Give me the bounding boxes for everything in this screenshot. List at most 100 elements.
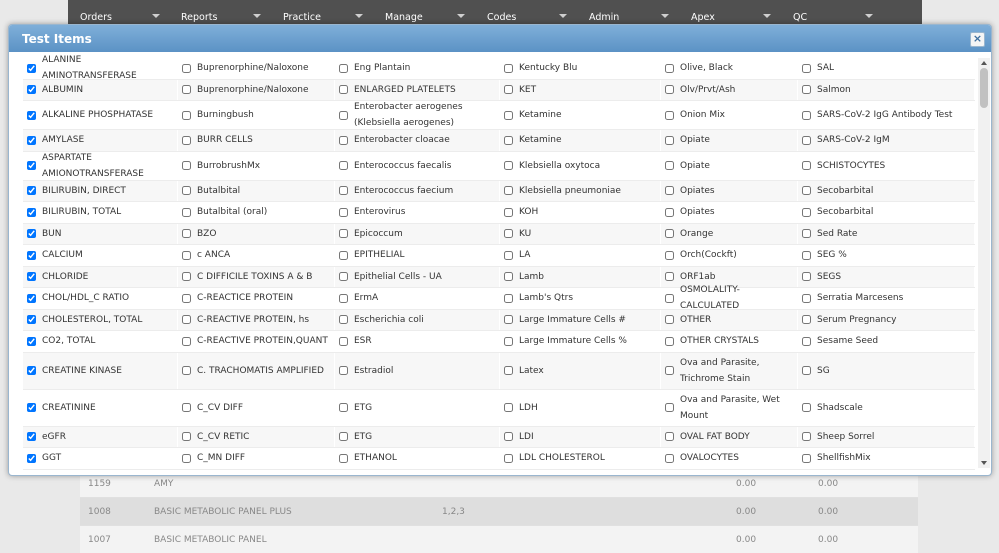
test-item[interactable]: BZO (178, 223, 335, 244)
test-item[interactable]: Sesame Seed (798, 331, 975, 352)
test-item-checkbox[interactable] (802, 229, 811, 239)
test-item-checkbox[interactable] (802, 63, 811, 73)
test-item[interactable]: Shadscale (798, 389, 975, 426)
test-item[interactable]: Escherichia coli (335, 309, 500, 330)
nav-item-reports[interactable]: Reports (181, 12, 217, 23)
test-item[interactable]: Sed Rate (798, 223, 975, 244)
test-item-checkbox[interactable] (665, 207, 674, 217)
test-item[interactable]: C_CV RETIC (178, 426, 335, 447)
test-item-checkbox[interactable] (339, 186, 348, 196)
test-item[interactable]: BURR CELLS (178, 130, 335, 151)
test-item[interactable]: Enterococcus faecium (335, 180, 500, 201)
test-item[interactable]: Onion Mix (661, 101, 798, 129)
test-item-checkbox[interactable] (504, 403, 513, 412)
nav-item-codes[interactable]: Codes (487, 12, 516, 23)
chevron-down-icon[interactable] (763, 14, 771, 18)
test-item[interactable]: Eng Plantain (335, 58, 500, 79)
test-item[interactable]: Latex (500, 352, 661, 389)
close-button[interactable]: × (970, 32, 985, 47)
test-item-checkbox[interactable] (665, 272, 674, 282)
test-item-checkbox[interactable] (665, 366, 674, 375)
test-item[interactable]: ShellfishMix (798, 448, 975, 469)
test-item[interactable]: OTHER CRYSTALS (661, 331, 798, 352)
test-item[interactable]: OSMOLALITY-CALCULATED (661, 285, 798, 311)
test-item-checkbox[interactable] (504, 207, 513, 217)
test-item-checkbox[interactable] (339, 336, 348, 346)
test-item[interactable]: LDH (500, 389, 661, 426)
test-item[interactable]: CHOLESTEROL, TOTAL (23, 309, 178, 330)
test-item-checkbox[interactable] (665, 85, 674, 95)
test-item[interactable]: Orch(Cockft) (661, 245, 798, 266)
test-item-checkbox[interactable] (182, 403, 191, 412)
test-item-checkbox[interactable] (802, 432, 811, 442)
test-item[interactable]: Opiate (661, 130, 798, 151)
test-item-checkbox[interactable] (665, 135, 674, 145)
nav-item-qc[interactable]: QC (793, 12, 807, 23)
test-item-checkbox[interactable] (27, 186, 36, 196)
test-item[interactable]: BILIRUBIN, TOTAL (23, 202, 178, 223)
test-item-checkbox[interactable] (27, 161, 36, 170)
test-item[interactable]: C-REACTICE PROTEIN (178, 288, 335, 309)
test-item-checkbox[interactable] (339, 161, 348, 170)
test-item-checkbox[interactable] (504, 453, 513, 463)
test-item-checkbox[interactable] (504, 315, 513, 325)
test-item[interactable]: SAL (798, 58, 975, 79)
test-item[interactable]: Opiates (661, 202, 798, 223)
test-item-checkbox[interactable] (802, 272, 811, 282)
chevron-down-icon[interactable] (355, 14, 363, 18)
test-item[interactable]: BurrobrushMx (178, 151, 335, 180)
test-item[interactable]: SCHISTOCYTES (798, 151, 975, 180)
test-item-checkbox[interactable] (504, 293, 513, 303)
test-item[interactable]: ErmA (335, 288, 500, 309)
test-item[interactable]: Estradiol (335, 352, 500, 389)
test-item[interactable]: Orange (661, 223, 798, 244)
test-item-checkbox[interactable] (504, 161, 513, 170)
test-item-checkbox[interactable] (802, 110, 811, 120)
test-item[interactable]: C DIFFICILE TOXINS A & B (178, 266, 335, 287)
test-item[interactable]: CREATINE KINASE (23, 352, 178, 389)
test-item-checkbox[interactable] (802, 293, 811, 303)
test-item[interactable]: C. TRACHOMATIS AMPLIFIED (178, 352, 335, 389)
test-item[interactable]: BILIRUBIN, DIRECT (23, 180, 178, 201)
test-item-checkbox[interactable] (182, 453, 191, 463)
test-item[interactable]: Large Immature Cells # (500, 309, 661, 330)
test-item[interactable]: Burningbush (178, 101, 335, 129)
test-item-checkbox[interactable] (182, 63, 191, 73)
test-item-checkbox[interactable] (182, 161, 191, 170)
test-item-checkbox[interactable] (665, 432, 674, 442)
test-item-checkbox[interactable] (27, 272, 36, 282)
test-item[interactable]: AMYLASE (23, 130, 178, 151)
chevron-down-icon[interactable] (865, 14, 873, 18)
test-item[interactable]: CHOL/HDL_C RATIO (23, 288, 178, 309)
nav-item-orders[interactable]: Orders (80, 12, 112, 23)
chevron-down-icon[interactable] (559, 14, 567, 18)
test-item[interactable]: Klebsiella pneumoniae (500, 180, 661, 201)
test-item-checkbox[interactable] (665, 229, 674, 239)
test-item-checkbox[interactable] (665, 453, 674, 463)
test-item[interactable]: KET (500, 79, 661, 100)
test-item-checkbox[interactable] (504, 272, 513, 282)
test-item-checkbox[interactable] (339, 85, 348, 95)
test-item-checkbox[interactable] (504, 336, 513, 346)
test-item-checkbox[interactable] (504, 110, 513, 120)
test-item[interactable]: C-REACTIVE PROTEIN, hs (178, 309, 335, 330)
test-item-checkbox[interactable] (339, 272, 348, 282)
test-item-checkbox[interactable] (182, 85, 191, 95)
test-item-checkbox[interactable] (339, 110, 348, 120)
test-item[interactable]: Ova and Parasite, Wet Mount (661, 389, 798, 426)
test-item-checkbox[interactable] (339, 250, 348, 260)
test-item-checkbox[interactable] (27, 315, 36, 325)
nav-item-apex[interactable]: Apex (691, 12, 715, 23)
test-item[interactable]: CALCIUM (23, 245, 178, 266)
test-item[interactable]: Lamb (500, 266, 661, 287)
test-item-checkbox[interactable] (27, 336, 36, 346)
test-item-checkbox[interactable] (27, 293, 36, 303)
test-item[interactable]: BUN (23, 223, 178, 244)
test-item[interactable]: ALKALINE PHOSPHATASE (23, 101, 178, 129)
test-item[interactable]: SG (798, 352, 975, 389)
chevron-down-icon[interactable] (253, 14, 261, 18)
test-item-checkbox[interactable] (27, 63, 36, 73)
test-item[interactable]: Ketamine (500, 101, 661, 129)
chevron-down-icon[interactable] (152, 14, 160, 18)
test-item[interactable]: SARS-CoV-2 IgG Antibody Test (798, 101, 975, 129)
